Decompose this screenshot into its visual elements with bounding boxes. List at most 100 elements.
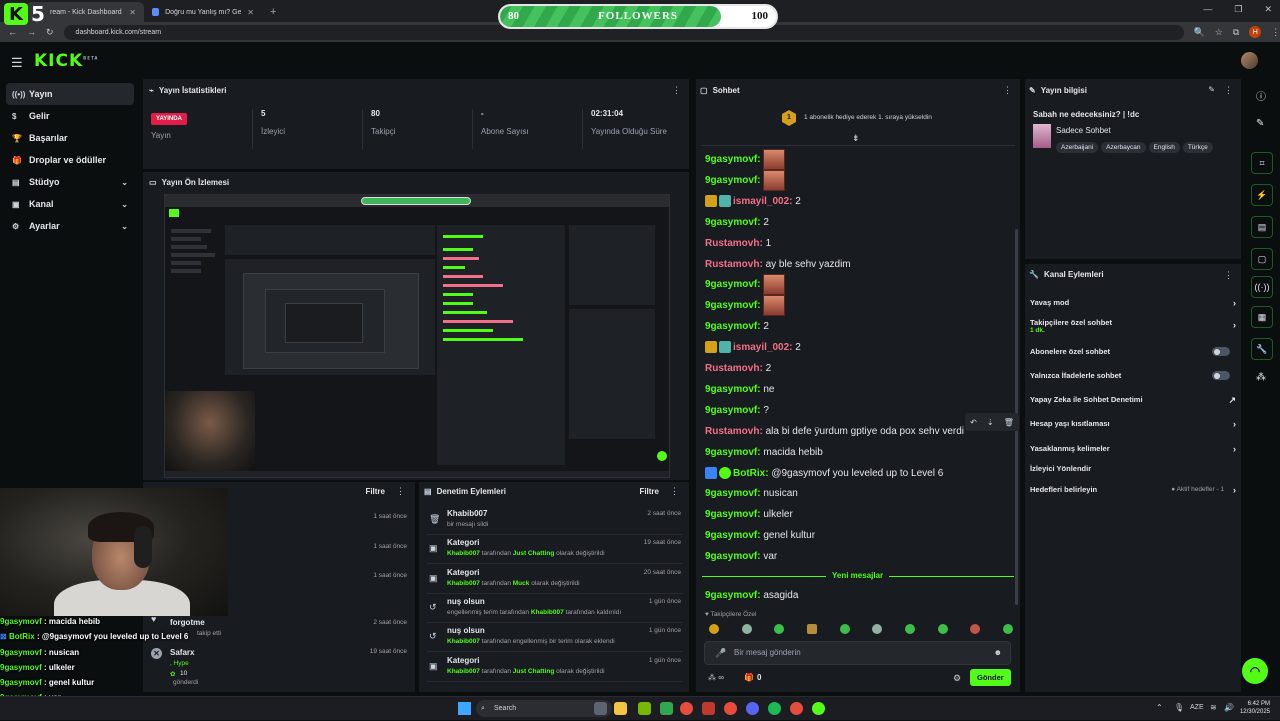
channel-action-row[interactable]: Abonelere özel sohbet [1030,347,1236,356]
channel-action-row[interactable]: Yavaş mod › [1030,298,1236,308]
sidebar-item-basarilar[interactable]: 🏆 Başarılar [6,127,134,149]
chat-username[interactable]: 9gasymovf: [705,321,761,332]
channel-action-row[interactable]: Yasaklanmış kelimeler › [1030,444,1236,454]
chat-username[interactable]: 9gasymovf: [705,509,761,520]
emote-slot-icon[interactable] [806,624,817,634]
stream-preview-video[interactable] [164,194,670,478]
channel-action-row[interactable]: Takipçilere özel sohbet 1 dk. › [1030,318,1236,334]
microphone-icon[interactable]: 🎙 [1174,703,1184,712]
chat-username[interactable]: Rustamovh: [705,426,763,437]
close-tab-icon[interactable]: ✕ [129,8,136,17]
reload-icon[interactable]: ↻ [46,27,54,38]
reply-icon[interactable]: ↶ [970,418,977,427]
forward-icon[interactable]: → [27,27,36,37]
minimize-icon[interactable]: — [1203,4,1212,15]
channel-action-row[interactable]: Hedefleri belirleyin ● Aktif hedefler - 1… [1030,485,1236,495]
app-icon[interactable] [660,702,673,715]
chat-username[interactable]: 9gasymovf: [705,530,761,541]
network-icon[interactable]: ≋ [1210,703,1217,712]
chat-username[interactable]: 9gasymovf: [705,590,761,601]
radio-icon[interactable]: ((·)) [1251,276,1273,298]
sidebar-item-gelir[interactable]: $ Gelir [6,105,134,127]
chrome-icon[interactable] [724,702,737,715]
microphone-icon[interactable]: 🎤 [715,648,726,659]
nvidia-icon[interactable] [638,702,651,715]
toggle-switch[interactable] [1212,347,1230,356]
task-view-icon[interactable] [594,702,607,715]
tray-chevron-icon[interactable]: ⌃ [1156,703,1163,712]
send-button[interactable]: Gönder [970,669,1011,686]
gift-icon[interactable]: 🎁 [744,673,754,682]
kicks-balance-icon[interactable]: ⁂ ∞ [708,673,724,682]
emote-slot-icon[interactable] [904,624,915,634]
browser-profile-avatar[interactable]: H [1249,26,1262,38]
chat-username[interactable]: 9gasymovf: [705,280,761,291]
delete-icon[interactable]: 🗑 [1004,418,1014,427]
chrome-icon[interactable] [680,702,693,715]
zoom-icon[interactable]: 🔍 [1194,27,1205,38]
input-language[interactable]: AZE [1190,704,1204,711]
chat-username[interactable]: 9gasymovf: [705,300,761,311]
more-options-icon[interactable]: ⋮ [1224,270,1233,281]
taskbar-clock[interactable]: 6:42 PM 12/30/2025 [1240,700,1270,716]
bookmark-star-icon[interactable]: ☆ [1215,27,1223,38]
emote-slot-icon[interactable] [937,624,948,634]
chat-input[interactable]: 🎤 Bir mesaj gönderin ☻ [704,641,1011,665]
more-options-icon[interactable]: ⋮ [670,486,679,497]
menu-hamburger-icon[interactable]: ☰ [11,55,23,71]
pin-icon[interactable]: ⇣ [987,418,994,427]
wrench-icon[interactable]: 🔧 [1251,338,1273,360]
file-explorer-icon[interactable] [614,702,627,715]
new-tab-icon[interactable]: + [262,2,284,22]
sidebar-item-droplar[interactable]: 🎁 Droplar ve ödüller [6,149,134,171]
chat-username[interactable]: 9gasymovf: [705,447,761,458]
more-options-icon[interactable]: ⋮ [1224,85,1233,96]
sidebar-item-ayarlar[interactable]: ⚙ Ayarlar ⌄ [6,215,134,237]
back-icon[interactable]: ← [8,27,17,37]
emote-slot-icon[interactable] [970,624,981,634]
more-options-icon[interactable]: ⋮ [396,486,405,497]
chat-username[interactable]: ismayil_002: [733,342,793,353]
more-options-icon[interactable]: ⋮ [1003,85,1012,96]
emote-slot-icon[interactable] [741,624,752,634]
chat-username[interactable]: 9gasymovf: [705,384,761,395]
app-icon[interactable] [812,702,825,715]
chat-username[interactable]: 9gasymovf: [705,175,761,186]
toggle-switch[interactable] [1212,371,1230,380]
emote-slot-icon[interactable] [1002,624,1013,634]
discord-icon[interactable] [746,702,759,715]
chat-username[interactable]: BotRix: [733,468,769,479]
notes-icon[interactable]: ▤ [1251,216,1273,238]
more-options-icon[interactable]: ⋮ [672,85,681,96]
sidebar-item-yayin[interactable]: ((•)) Yayın [6,83,134,105]
emote-slot-icon[interactable] [872,624,883,634]
spotify-icon[interactable] [768,702,781,715]
chat-username[interactable]: 9gasymovf: [705,551,761,562]
close-tab-icon[interactable]: ✕ [247,8,254,17]
channel-action-row[interactable]: Yapay Zeka ile Sohbet Denetimi ↗ [1030,395,1236,405]
volume-icon[interactable]: 🔊 [1224,703,1234,712]
close-window-icon[interactable]: ✕ [1264,4,1272,15]
collapse-pinned-icon[interactable]: ⇟ [852,133,860,144]
user-avatar[interactable] [1241,52,1258,69]
kick-logo[interactable]: KICKBETA [34,51,98,71]
sidebar-item-studyo[interactable]: ▤ Stüdyo ⌄ [6,171,134,193]
browser-menu-icon[interactable]: ⋮ [1271,27,1280,38]
channel-action-row[interactable]: İzleyici Yönlendir [1030,464,1236,473]
apps-icon[interactable]: ⁂ [1256,372,1266,383]
widget-layout-icon[interactable]: ⌗ [1251,152,1273,174]
chat-username[interactable]: Rustamovh: [705,259,763,270]
windows-start-icon[interactable] [458,702,471,715]
browser-tab-quiz[interactable]: Doğru mu Yanlış mı? Genel Kül ✕ [144,2,262,22]
info-icon[interactable]: ⓘ [1256,88,1266,103]
channel-action-row[interactable]: Yalnızca İfadelerle sohbet [1030,371,1236,380]
stream-category[interactable]: Sadece Sohbet [1056,126,1111,135]
chat-username[interactable]: 9gasymovf: [705,488,761,499]
chat-settings-icon[interactable]: ⚙ [953,673,961,684]
emote-slot-icon[interactable] [774,624,785,634]
chat-username[interactable]: ismayil_002: [733,196,793,207]
chat-username[interactable]: Rustamovh: [705,363,763,374]
stats-icon[interactable]: ▦ [1251,306,1273,328]
edit-icon[interactable]: ✎ [1256,118,1264,129]
lightning-icon[interactable]: ⚡ [1251,184,1273,206]
